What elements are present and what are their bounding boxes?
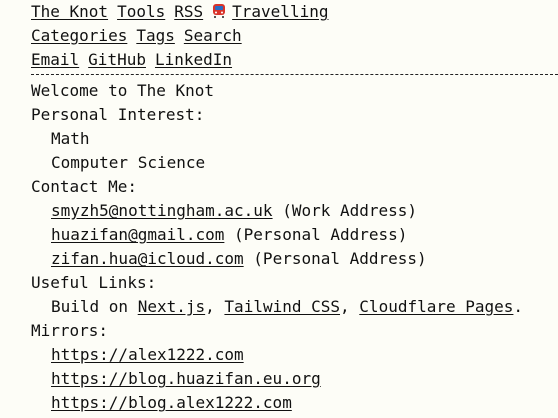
nextjs-link[interactable]: Next.js [138,297,205,316]
nav-tags-link[interactable]: Tags [136,26,175,45]
contact-note: (Personal Address) [234,225,408,244]
contact-email-link[interactable]: zifan.hua@icloud.com [51,249,244,268]
contact-heading: Contact Me: [31,177,137,196]
contact-note: (Personal Address) [253,249,427,268]
build-separator: , [340,297,350,316]
mirror-link[interactable]: https://blog.alex1222.com [51,393,292,412]
tailwind-link[interactable]: Tailwind CSS [224,297,340,316]
cloudflare-pages-link[interactable]: Cloudflare Pages [359,297,513,316]
nav-rss-link[interactable]: RSS [174,2,203,21]
nav-linkedin-link[interactable]: LinkedIn [155,50,232,69]
interest-item: Math [51,129,90,148]
nav-travelling-link[interactable]: Travelling [212,2,328,21]
mirror-link[interactable]: https://alex1222.com [51,345,244,364]
nav-categories-link[interactable]: Categories [31,26,127,45]
nav-search-link[interactable]: Search [184,26,242,45]
nav-tools-link[interactable]: Tools [117,2,165,21]
welcome-text: Welcome to The Knot [31,81,215,100]
mirror-item: https://blog.alex1222.com [31,391,558,415]
build-separator: , [205,297,215,316]
interest-heading: Personal Interest: [31,105,205,124]
nav-divider [31,74,558,75]
contact-note: (Work Address) [282,201,418,220]
nav-travelling-label: Travelling [232,2,329,21]
train-icon [212,2,226,18]
nav-home-link[interactable]: The Knot [31,2,108,21]
nav-row-social: Email GitHub LinkedIn [31,48,558,72]
mirrors-heading: Mirrors: [31,321,109,340]
build-prefix: Build on [51,297,129,316]
main-content: Welcome to The Knot Personal Interest: M… [31,79,558,415]
nav-github-link[interactable]: GitHub [88,50,146,69]
site-nav: The Knot Tools RSS Travelling Categories Tag… [31,0,558,72]
nav-email-link[interactable]: Email [31,50,79,69]
contact-item: zifan.hua@icloud.com (Personal Address) [31,247,558,271]
interest-item: Computer Science [51,153,206,172]
contact-item: huazifan@gmail.com (Personal Address) [31,223,558,247]
nav-row-primary: The Knot Tools RSS Travelling [31,0,558,24]
mirror-item: https://blog.huazifan.eu.org [31,367,558,391]
build-end: . [513,297,524,316]
links-heading: Useful Links: [31,273,157,292]
contact-email-link[interactable]: huazifan@gmail.com [51,225,224,244]
mirror-link[interactable]: https://blog.huazifan.eu.org [51,369,321,388]
nav-row-secondary: Categories Tags Search [31,24,558,48]
build-line: Build on Next.js, Tailwind CSS, Cloudfla… [31,295,558,319]
mirror-item: https://alex1222.com [31,343,558,367]
contact-item: smyzh5@nottingham.ac.uk (Work Address) [31,199,558,223]
contact-email-link[interactable]: smyzh5@nottingham.ac.uk [51,201,273,220]
